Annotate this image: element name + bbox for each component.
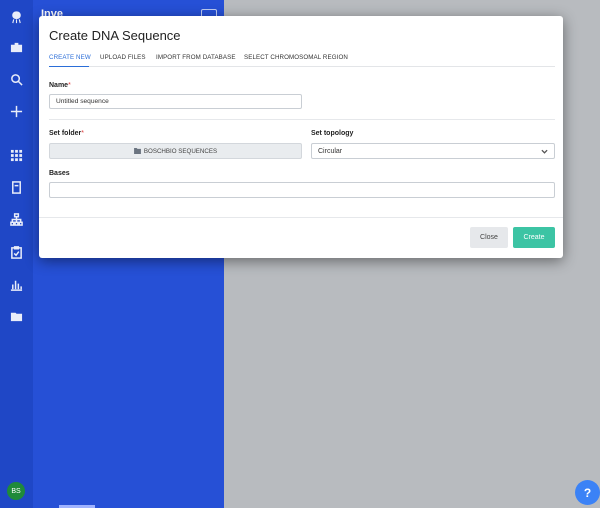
name-label-text: Name <box>49 82 69 89</box>
tab-import-from-database[interactable]: IMPORT FROM DATABASE <box>156 54 236 61</box>
avatar[interactable]: BS <box>7 482 25 500</box>
plus-icon[interactable] <box>8 103 25 120</box>
folder-value: BOSCHBIO SEQUENCES <box>143 147 218 155</box>
tab-upload-files[interactable]: UPLOAD FILES <box>100 54 146 61</box>
required-marker: * <box>68 82 71 89</box>
chart-icon[interactable] <box>8 276 25 293</box>
icon-rail: BS <box>0 0 33 508</box>
help-button[interactable]: ? <box>575 480 600 505</box>
create-dna-sequence-dialog: Create DNA Sequence CREATE NEW UPLOAD FI… <box>39 16 563 258</box>
logo-icon[interactable] <box>8 9 25 26</box>
tab-create-new[interactable]: CREATE NEW <box>49 54 91 61</box>
bases-input[interactable] <box>49 182 555 198</box>
required-marker: * <box>81 130 85 137</box>
grid-icon[interactable] <box>8 147 25 164</box>
set-folder-button[interactable]: BOSCHBIO SEQUENCES <box>49 143 302 159</box>
notebook-icon[interactable] <box>8 179 25 196</box>
close-button[interactable]: Close <box>470 227 508 248</box>
topology-select[interactable]: Circular <box>311 143 555 159</box>
footer-divider <box>39 217 563 218</box>
active-tab-indicator <box>49 66 89 67</box>
briefcase-icon[interactable] <box>8 39 25 56</box>
dialog-tabs: CREATE NEW UPLOAD FILES IMPORT FROM DATA… <box>49 54 555 67</box>
dialog-title: Create DNA Sequence <box>49 28 181 43</box>
search-icon[interactable] <box>8 71 25 88</box>
topology-label: Set topology <box>311 130 354 137</box>
section-divider <box>49 119 555 120</box>
folder-user-icon[interactable] <box>8 308 25 325</box>
folder-icon <box>133 148 141 154</box>
topology-value: Circular <box>318 147 343 155</box>
folder-label-text: Set folder <box>49 130 82 137</box>
create-button[interactable]: Create <box>513 227 555 248</box>
bases-label: Bases <box>49 170 70 177</box>
name-input[interactable]: Untitled sequence <box>49 94 302 109</box>
clipboard-icon[interactable] <box>8 244 25 261</box>
chevron-down-icon <box>541 149 548 154</box>
name-label: Name* <box>49 82 71 89</box>
hierarchy-icon[interactable] <box>8 211 25 228</box>
folder-label: Set folder* <box>49 130 84 137</box>
tab-select-chromosomal-region[interactable]: SELECT CHROMOSOMAL REGION <box>244 54 348 61</box>
